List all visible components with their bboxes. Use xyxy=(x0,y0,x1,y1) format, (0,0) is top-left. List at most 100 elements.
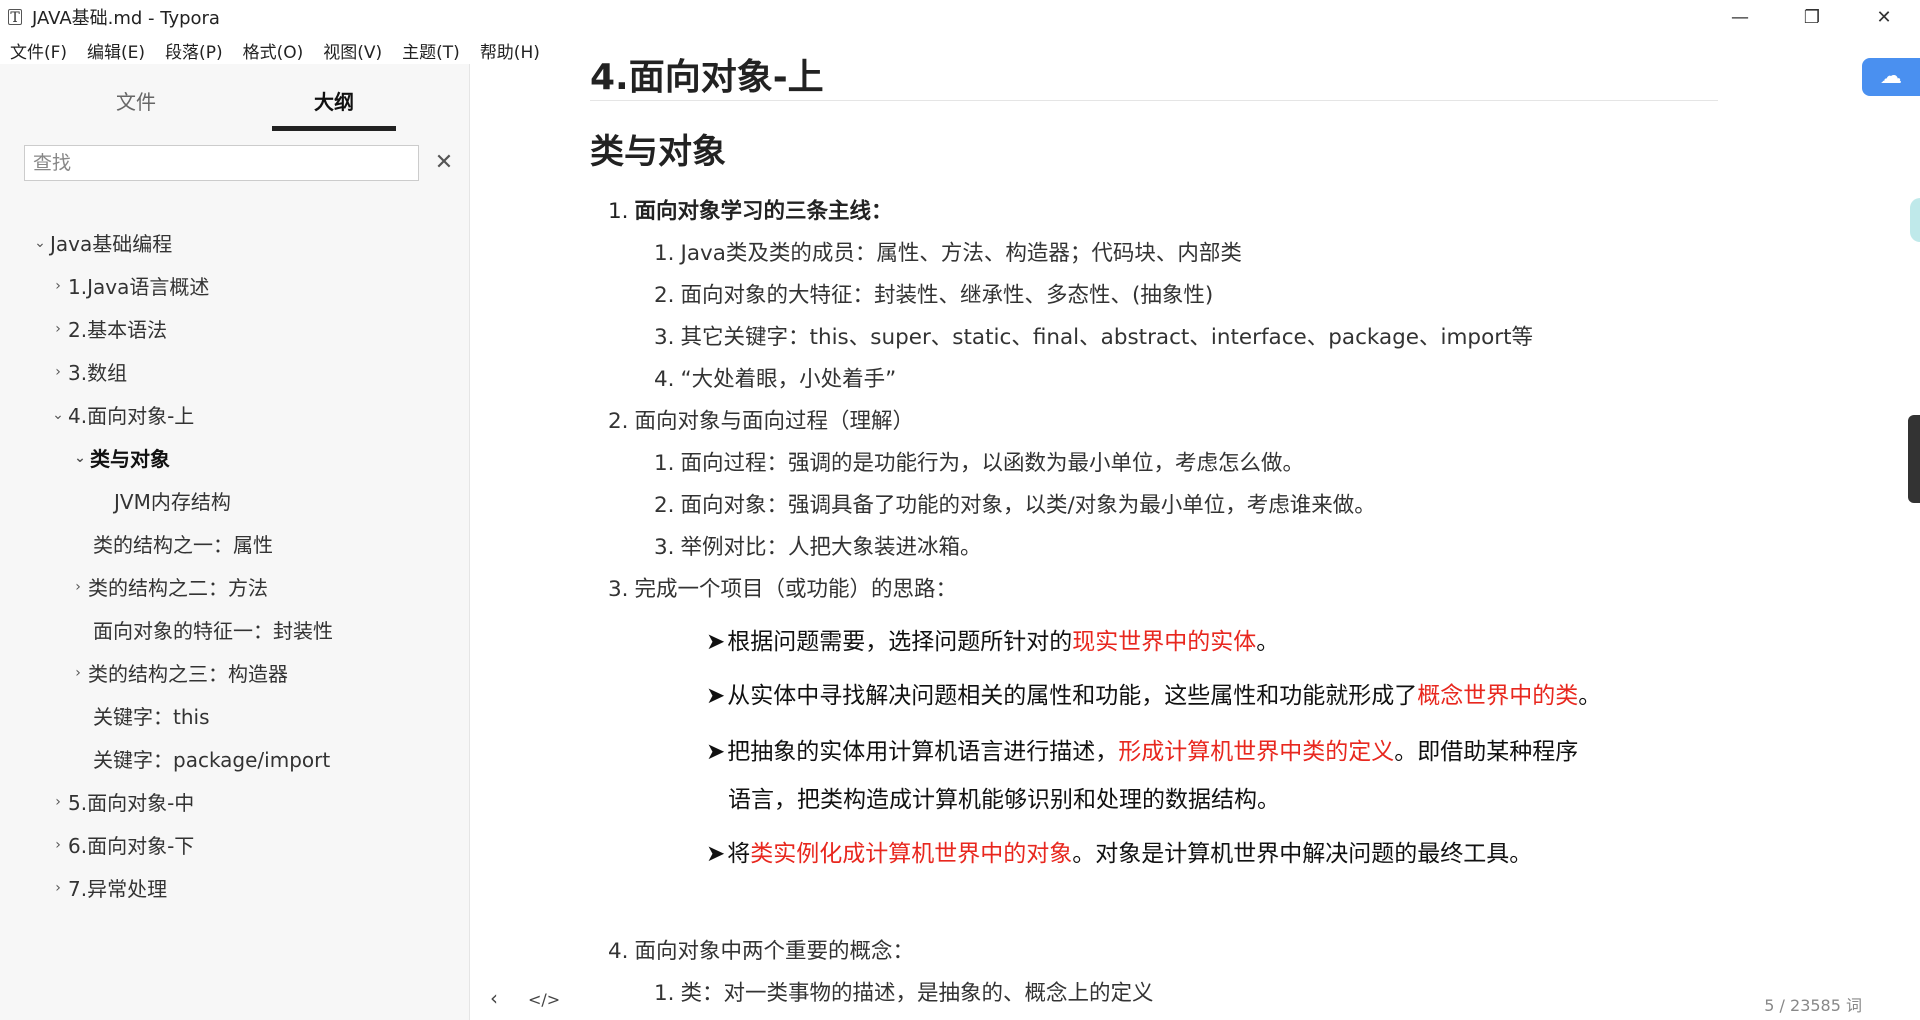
outline-item-label: 面向对象的特征一：封装性 xyxy=(93,619,333,643)
outline-item[interactable]: ⌄ 4.面向对象-上 xyxy=(0,393,470,436)
outline-item-label: 类的结构之一：属性 xyxy=(93,533,273,557)
outline-item[interactable]: › 1.Java语言概述 xyxy=(0,264,470,307)
image-text-highlight: 现实世界中的实体 xyxy=(1072,629,1257,655)
outline-item[interactable]: › 6.面向对象-下 xyxy=(0,823,470,866)
heading-1: 4.面向对象-上 xyxy=(590,57,824,98)
word-count[interactable]: 5 / 23585 词 xyxy=(1764,992,1862,1016)
tab-files[interactable]: 文件 xyxy=(74,82,198,132)
menu-format[interactable]: 格式(O) xyxy=(243,38,304,63)
tab-outline[interactable]: 大纲 xyxy=(272,82,396,132)
heading-2: 类与对象 xyxy=(590,132,726,172)
menu-edit[interactable]: 编辑(E) xyxy=(87,38,145,63)
chevron-right-icon[interactable]: › xyxy=(48,794,68,810)
outline-item-label: 类的结构之二：方法 xyxy=(88,576,268,600)
outline-item[interactable]: 面向对象的特征一：封装性 xyxy=(0,608,470,651)
arrow-bullet-icon: ➤ xyxy=(706,683,726,709)
list-item-text: 面向过程：强调的是功能行为，以函数为最小单位，考虑怎么做。 xyxy=(680,451,1305,476)
outline-item[interactable]: › 2.基本语法 xyxy=(0,307,470,350)
close-button[interactable]: ✕ xyxy=(1848,0,1920,34)
menu-file[interactable]: 文件(F) xyxy=(10,38,67,63)
chevron-right-icon[interactable]: › xyxy=(68,579,88,595)
image-text-line: 语言，把类构造成计算机能够识别和处理的数据结构。 xyxy=(728,780,1280,814)
image-text-highlight: 形成计算机世界中类的定义 xyxy=(1118,739,1395,765)
list-number: 1. xyxy=(654,451,675,476)
menu-paragraph[interactable]: 段落(P) xyxy=(165,38,223,63)
list-item-text: 面向对象学习的三条主线： xyxy=(634,199,893,224)
image-text: 从实体中寻找解决问题相关的属性和功能，这些属性和功能就形成了 xyxy=(727,683,1418,709)
image-text-highlight: 类实例化成计算机世界中的对象 xyxy=(750,841,1073,867)
chevron-down-icon[interactable]: ⌄ xyxy=(70,450,90,466)
list-item: 2. 面向对象的大特征：封装性、继承性、多态性、(抽象性) xyxy=(654,278,1213,309)
outline-item[interactable]: JVM内存结构 xyxy=(0,479,470,522)
chevron-right-icon[interactable]: › xyxy=(48,837,68,853)
list-item: 3. 完成一个项目（或功能）的思路： xyxy=(608,572,957,603)
list-item: 3. 举例对比：人把大象装进冰箱。 xyxy=(654,530,982,561)
list-item: 2. 面向对象与面向过程（理解） xyxy=(608,404,914,435)
outline-item-label: 6.面向对象-下 xyxy=(68,834,195,858)
maximize-button[interactable]: ❐ xyxy=(1776,0,1848,34)
window-controls: — ❐ ✕ xyxy=(1704,0,1920,34)
minimize-button[interactable]: — xyxy=(1704,0,1776,34)
image-text: 根据问题需要，选择问题所针对的 xyxy=(727,629,1073,655)
outline-item[interactable]: › 类的结构之二：方法 xyxy=(0,565,470,608)
image-text: 。对象是计算机世界中解决问题的最终工具。 xyxy=(1072,841,1533,867)
outline-item[interactable]: › 3.数组 xyxy=(0,350,470,393)
menu-theme[interactable]: 主题(T) xyxy=(402,38,460,63)
outline-item[interactable]: 类的结构之一：属性 xyxy=(0,522,470,565)
outline-item-label: 2.基本语法 xyxy=(68,318,168,342)
list-number: 2. xyxy=(608,409,629,434)
chevron-right-icon[interactable]: › xyxy=(48,364,68,380)
image-text-line: ➤从实体中寻找解决问题相关的属性和功能，这些属性和功能就形成了概念世界中的类。 xyxy=(706,676,1601,710)
outline-item[interactable]: ⌄ Java基础编程 xyxy=(0,221,470,264)
chevron-down-icon[interactable]: ⌄ xyxy=(48,407,68,423)
list-number: 3. xyxy=(654,535,675,560)
list-item: 1. 面向对象学习的三条主线： xyxy=(608,194,893,225)
image-text: 。即借助某种程序 xyxy=(1394,739,1579,765)
image-text: 将 xyxy=(727,841,751,867)
clear-search-icon[interactable]: ✕ xyxy=(432,148,456,178)
floating-widget-edge[interactable] xyxy=(1910,198,1920,242)
cloud-sync-icon[interactable]: ☁ xyxy=(1862,58,1920,96)
status-bar: ‹ </> 5 / 23585 词 xyxy=(470,978,1920,1020)
outline-item-label: 关键字：this xyxy=(93,705,210,729)
editor-area[interactable]: 4.面向对象-上 类与对象 1. 面向对象学习的三条主线： 1. Java类及类的成… xyxy=(470,34,1920,1020)
list-number: 1. xyxy=(654,241,675,266)
outline-item[interactable]: › 7.异常处理 xyxy=(0,866,470,909)
toggle-sidebar-icon[interactable]: ‹ xyxy=(490,986,498,1010)
embedded-image[interactable]: ➤根据问题需要，选择问题所针对的现实世界中的实体。 ➤从实体中寻找解决问题相关的… xyxy=(706,614,1601,904)
list-item: 2. 面向对象：强调具备了功能的对象，以类/对象为最小单位，考虑谁来做。 xyxy=(654,488,1376,519)
source-code-mode-icon[interactable]: </> xyxy=(528,990,560,1009)
chevron-right-icon[interactable]: › xyxy=(48,278,68,294)
outline-item-active[interactable]: ⌄ 类与对象 xyxy=(0,436,470,479)
chevron-right-icon[interactable]: › xyxy=(48,880,68,896)
list-number: 2. xyxy=(654,493,675,518)
outline-item[interactable]: › 5.面向对象-中 xyxy=(0,780,470,823)
window-title: JAVA基础.md - Typora xyxy=(32,8,220,29)
image-text-line: ➤把抽象的实体用计算机语言进行描述，形成计算机世界中类的定义。即借助某种程序 xyxy=(706,732,1578,766)
outline-search-input[interactable] xyxy=(24,145,419,181)
image-text: 。 xyxy=(1578,683,1602,709)
outline-item-label: 类与对象 xyxy=(90,447,170,471)
list-number: 4. xyxy=(654,367,675,392)
outline-item-label: 1.Java语言概述 xyxy=(68,275,210,299)
list-number: 2. xyxy=(654,283,675,308)
chevron-right-icon[interactable]: › xyxy=(48,321,68,337)
menu-view[interactable]: 视图(V) xyxy=(323,38,382,63)
outline-item[interactable]: › 类的结构之三：构造器 xyxy=(0,651,470,694)
image-text-line: ➤根据问题需要，选择问题所针对的现实世界中的实体。 xyxy=(706,622,1279,656)
outline-item-label: 7.异常处理 xyxy=(68,877,168,901)
outline-item-label: 3.数组 xyxy=(68,361,128,385)
scroll-handle[interactable] xyxy=(1908,415,1920,503)
list-item-text: 面向对象：强调具备了功能的对象，以类/对象为最小单位，考虑谁来做。 xyxy=(680,493,1376,518)
arrow-bullet-icon: ➤ xyxy=(706,629,726,655)
chevron-right-icon[interactable]: › xyxy=(68,665,88,681)
outline-item-label: 关键字：package/import xyxy=(93,748,331,772)
list-item-text: 面向对象中两个重要的概念： xyxy=(634,939,915,964)
outline-item[interactable]: 关键字：package/import xyxy=(0,737,470,780)
outline-item[interactable]: 关键字：this xyxy=(0,694,470,737)
list-item-text: 面向对象与面向过程（理解） xyxy=(634,409,915,434)
list-item: 4. 面向对象中两个重要的概念： xyxy=(608,934,914,965)
list-item-text: 举例对比：人把大象装进冰箱。 xyxy=(680,535,982,560)
chevron-down-icon[interactable]: ⌄ xyxy=(30,235,50,251)
typora-app-icon: T xyxy=(8,9,22,26)
